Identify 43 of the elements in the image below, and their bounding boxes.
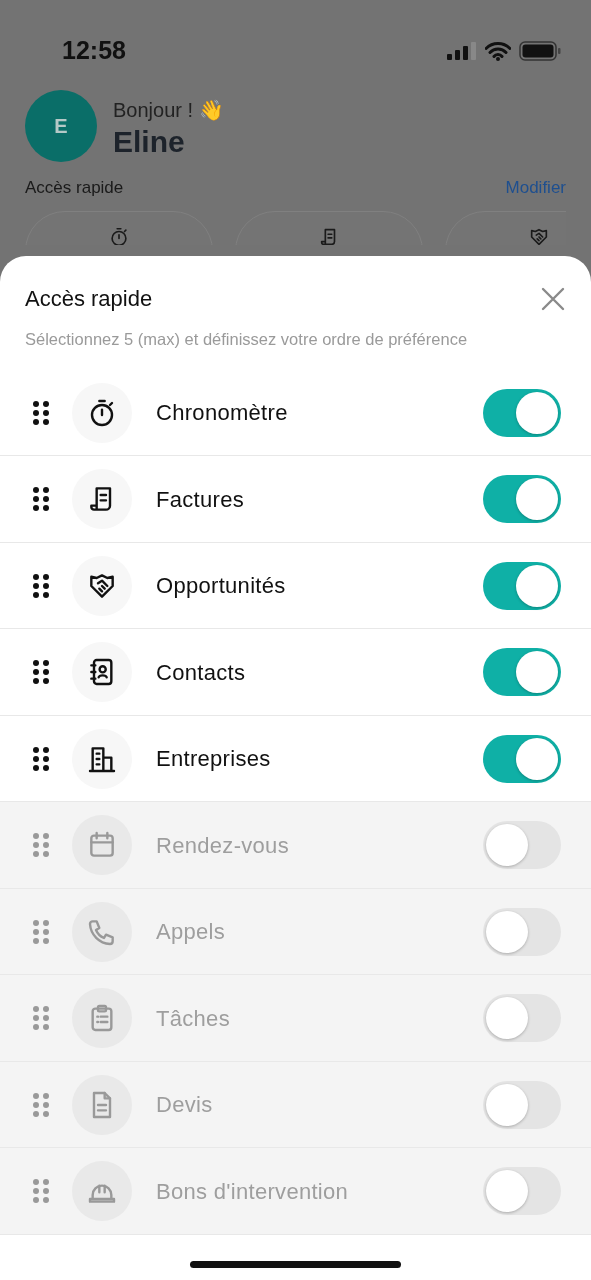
item-label: Appels bbox=[156, 918, 227, 946]
drag-handle-icon[interactable] bbox=[32, 918, 50, 945]
item-label: Chronomètre bbox=[156, 399, 289, 427]
toggle-switch[interactable] bbox=[483, 561, 561, 610]
section-title: Accès rapide bbox=[25, 177, 124, 199]
close-button[interactable] bbox=[540, 286, 566, 312]
drag-handle-icon[interactable] bbox=[32, 659, 50, 685]
item-label: Entreprises bbox=[156, 745, 272, 773]
drag-handle-icon[interactable] bbox=[32, 1091, 50, 1118]
sheet-title: Accès rapide bbox=[25, 285, 154, 313]
toggle-switch[interactable] bbox=[483, 821, 561, 869]
toggle-switch[interactable] bbox=[483, 907, 561, 956]
toggle-switch[interactable] bbox=[483, 1080, 561, 1129]
drag-handle-icon[interactable] bbox=[32, 745, 50, 772]
item-label: Opportunités bbox=[156, 572, 287, 600]
status-time: 12:58 bbox=[62, 35, 126, 67]
toggle-switch[interactable] bbox=[483, 994, 561, 1042]
drag-handle-icon[interactable] bbox=[32, 486, 50, 512]
toggle-switch[interactable] bbox=[483, 1167, 561, 1215]
item-label: Bons d'intervention bbox=[156, 1177, 350, 1206]
wifi-icon bbox=[485, 41, 511, 61]
sheet-subtitle: Sélectionnez 5 (max) et définissez votre ordre de préférence bbox=[25, 329, 468, 350]
item-label: Rendez-vous bbox=[156, 831, 290, 860]
item-label: Tâches bbox=[156, 1004, 231, 1033]
drag-handle-icon[interactable] bbox=[32, 832, 50, 858]
drag-handle-icon[interactable] bbox=[32, 1005, 50, 1031]
toggle-switch[interactable] bbox=[483, 648, 561, 696]
edit-link[interactable]: Modifier bbox=[505, 175, 566, 201]
item-label: Devis bbox=[156, 1091, 214, 1119]
battery-icon bbox=[519, 41, 561, 61]
toggle-switch[interactable] bbox=[483, 734, 561, 783]
toggle-switch[interactable] bbox=[483, 388, 561, 437]
signal-icon bbox=[447, 42, 477, 60]
user-name: Eline bbox=[113, 124, 186, 158]
drag-handle-icon[interactable] bbox=[32, 399, 50, 426]
greeting-text: Bonjour ! 👋 bbox=[113, 97, 224, 123]
item-label: Contacts bbox=[156, 658, 247, 687]
toggle-switch[interactable] bbox=[483, 475, 561, 523]
item-label: Factures bbox=[156, 485, 245, 514]
drag-handle-icon[interactable] bbox=[32, 1178, 50, 1204]
stopwatch-icon bbox=[108, 225, 130, 245]
avatar: E bbox=[25, 90, 97, 162]
drag-handle-icon[interactable] bbox=[32, 572, 50, 599]
